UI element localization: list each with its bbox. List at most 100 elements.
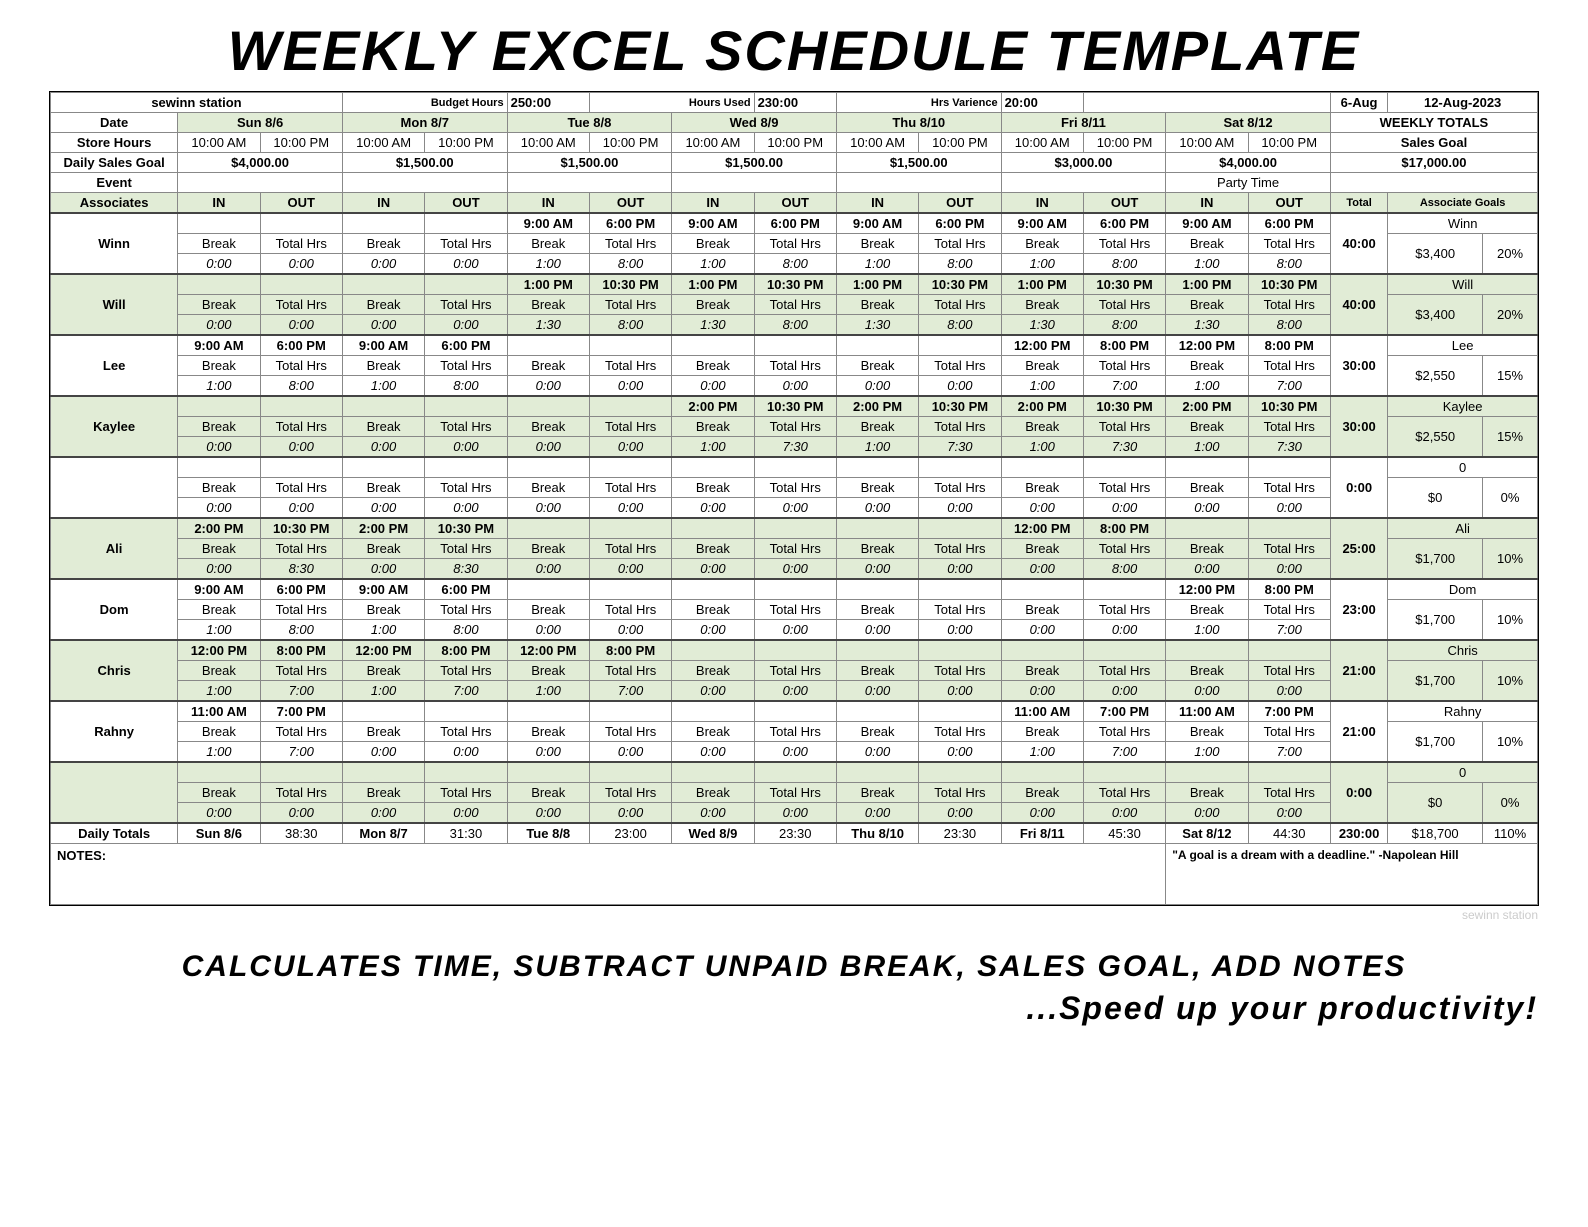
hrs-7-3: 0:00	[754, 681, 836, 702]
break-9-3: 0:00	[672, 803, 754, 824]
totalhrs-label-5-3: Total Hrs	[754, 539, 836, 559]
daily-totals-label: Daily Totals	[51, 823, 178, 844]
hrs-6-3: 0:00	[754, 620, 836, 641]
break-label-0-3: Break	[672, 234, 754, 254]
hrs-1-6: 8:00	[1248, 315, 1330, 336]
hrs-8-1: 0:00	[425, 742, 507, 763]
break-8-4: 0:00	[836, 742, 918, 763]
out-5-6	[1248, 518, 1330, 539]
in-7-1: 12:00 PM	[342, 640, 424, 661]
break-label-4-5: Break	[1001, 478, 1083, 498]
total-header: Total	[1330, 193, 1387, 214]
break-6-0: 1:00	[178, 620, 260, 641]
totalhrs-label-4-1: Total Hrs	[425, 478, 507, 498]
associate-total-2: 30:00	[1330, 335, 1387, 396]
out-5-2	[589, 518, 671, 539]
break-1-4: 1:30	[836, 315, 918, 336]
out-9-1	[425, 762, 507, 783]
break-label-3-0: Break	[178, 417, 260, 437]
out-7-0: 8:00 PM	[260, 640, 342, 661]
totalhrs-label-8-4: Total Hrs	[919, 722, 1001, 742]
break-label-7-2: Break	[507, 661, 589, 681]
goal-pct-2: 15%	[1483, 356, 1538, 397]
goal-pct-3: 15%	[1483, 417, 1538, 458]
break-3-6: 1:00	[1166, 437, 1248, 458]
totalhrs-label-9-2: Total Hrs	[589, 783, 671, 803]
hrs-1-3: 8:00	[754, 315, 836, 336]
goal-name-7: Chris	[1388, 640, 1538, 661]
break-label-3-3: Break	[672, 417, 754, 437]
out-4-2	[589, 457, 671, 478]
hrs-2-3: 0:00	[754, 376, 836, 397]
break-0-5: 1:00	[1001, 254, 1083, 275]
in-3-6: 2:00 PM	[1166, 396, 1248, 417]
goal-amount-1: $3,400	[1388, 295, 1483, 336]
daily-total-3: 23:30	[754, 823, 836, 844]
totalhrs-label-2-6: Total Hrs	[1248, 356, 1330, 376]
day-header-4: Thu 8/10	[836, 113, 1001, 133]
totalhrs-label-6-2: Total Hrs	[589, 600, 671, 620]
associate-name-0: Winn	[51, 213, 178, 274]
daily-goal-3: $1,500.00	[672, 153, 837, 173]
out-5-1: 10:30 PM	[425, 518, 507, 539]
hrs-0-3: 8:00	[754, 254, 836, 275]
break-6-3: 0:00	[672, 620, 754, 641]
break-2-0: 1:00	[178, 376, 260, 397]
quote: "A goal is a dream with a deadline." -Na…	[1166, 844, 1538, 905]
hrs-1-5: 8:00	[1083, 315, 1165, 336]
hrs-6-2: 0:00	[589, 620, 671, 641]
associate-total-1: 40:00	[1330, 274, 1387, 335]
associate-name-8: Rahny	[51, 701, 178, 762]
break-label-0-5: Break	[1001, 234, 1083, 254]
open-6: 10:00 AM	[1166, 133, 1248, 153]
daily-total-5: 45:30	[1083, 823, 1165, 844]
hrs-9-2: 0:00	[589, 803, 671, 824]
goal-pct-6: 10%	[1483, 600, 1538, 641]
out-4-5	[1083, 457, 1165, 478]
watermark: sewinn station	[0, 906, 1588, 922]
in-6-0: 9:00 AM	[178, 579, 260, 600]
hrs-3-2: 0:00	[589, 437, 671, 458]
in-3-2	[507, 396, 589, 417]
goal-name-3: Kaylee	[1388, 396, 1538, 417]
out-0-5: 6:00 PM	[1083, 213, 1165, 234]
hrs-2-0: 8:00	[260, 376, 342, 397]
hrs-5-2: 0:00	[589, 559, 671, 580]
totalhrs-label-5-2: Total Hrs	[589, 539, 671, 559]
out-9-3	[754, 762, 836, 783]
goal-amount-2: $2,550	[1388, 356, 1483, 397]
in-9-4	[836, 762, 918, 783]
break-0-2: 1:00	[507, 254, 589, 275]
break-label-2-1: Break	[342, 356, 424, 376]
totalhrs-label-5-5: Total Hrs	[1083, 539, 1165, 559]
in-8-6: 11:00 AM	[1166, 701, 1248, 722]
totalhrs-label-3-4: Total Hrs	[919, 417, 1001, 437]
totalhrs-label-2-4: Total Hrs	[919, 356, 1001, 376]
in-9-0	[178, 762, 260, 783]
break-label-9-6: Break	[1166, 783, 1248, 803]
break-0-1: 0:00	[342, 254, 424, 275]
break-label-5-2: Break	[507, 539, 589, 559]
out-1-2: 10:30 PM	[589, 274, 671, 295]
hrs-2-1: 8:00	[425, 376, 507, 397]
hrs-8-3: 0:00	[754, 742, 836, 763]
hrs-2-4: 0:00	[919, 376, 1001, 397]
goal-name-8: Rahny	[1388, 701, 1538, 722]
hrs-9-3: 0:00	[754, 803, 836, 824]
schedule-sheet: sewinn stationBudget Hours250:00Hours Us…	[49, 91, 1539, 906]
hrs-8-4: 0:00	[919, 742, 1001, 763]
hrs-5-1: 8:30	[425, 559, 507, 580]
daily-sales-goal-label: Daily Sales Goal	[51, 153, 178, 173]
break-5-6: 0:00	[1166, 559, 1248, 580]
out-5-5: 8:00 PM	[1083, 518, 1165, 539]
in-4-3	[672, 457, 754, 478]
break-9-0: 0:00	[178, 803, 260, 824]
break-8-1: 0:00	[342, 742, 424, 763]
in-7-5	[1001, 640, 1083, 661]
break-6-2: 0:00	[507, 620, 589, 641]
hrs-5-0: 8:30	[260, 559, 342, 580]
out-1-1	[425, 274, 507, 295]
out-header-1: OUT	[425, 193, 507, 214]
break-9-2: 0:00	[507, 803, 589, 824]
totalhrs-label-9-6: Total Hrs	[1248, 783, 1330, 803]
